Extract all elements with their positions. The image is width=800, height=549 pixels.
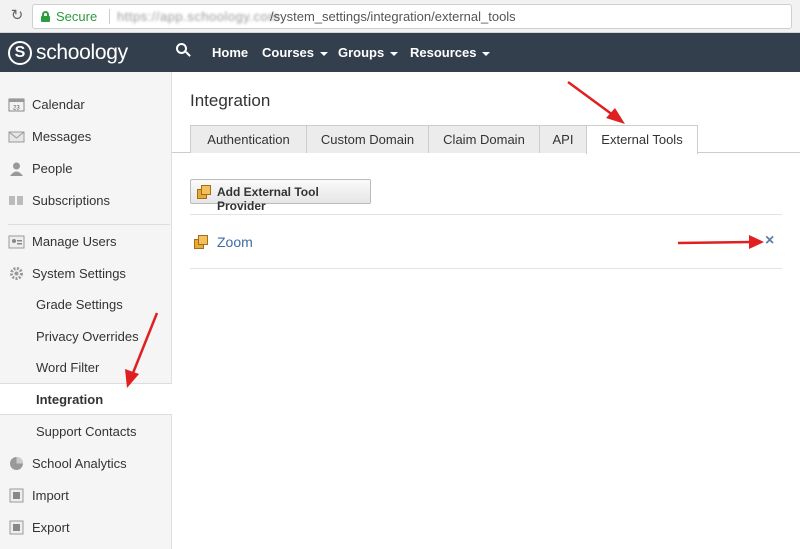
tool-name-link[interactable]: Zoom: [217, 234, 253, 250]
tab-authentication[interactable]: Authentication: [190, 125, 307, 153]
delete-icon[interactable]: ×: [765, 232, 774, 250]
users-icon: [8, 235, 25, 249]
sidebar-item-school-analytics[interactable]: School Analytics: [0, 448, 171, 480]
nav-groups[interactable]: Groups: [338, 45, 399, 60]
secure-label: Secure: [56, 9, 98, 24]
puzzle-icon: [194, 235, 208, 249]
url-separator: [109, 9, 110, 24]
logo-text: schoology: [36, 41, 128, 64]
sidebar: 23 Calendar Messages People Subscription…: [0, 72, 172, 549]
add-external-tool-provider-button[interactable]: Add External Tool Provider: [190, 179, 371, 213]
list-divider: [190, 214, 782, 215]
sidebar-item-export[interactable]: Export: [0, 512, 171, 544]
url-path: /system_settings/integration/external_to…: [270, 9, 516, 24]
sidebar-item-grade-settings[interactable]: Grade Settings: [0, 289, 171, 321]
gear-icon: [10, 267, 23, 280]
sidebar-item-integration[interactable]: Integration: [0, 383, 172, 415]
chevron-down-icon: [482, 51, 491, 56]
quote-icon: [9, 196, 23, 205]
address-bar[interactable]: Secure https://app.schoology.com /system…: [32, 4, 792, 29]
sidebar-item-subscriptions[interactable]: Subscriptions: [0, 185, 171, 217]
svg-text:23: 23: [13, 106, 20, 112]
envelope-icon: [8, 131, 25, 143]
sidebar-item-calendar[interactable]: 23 Calendar: [0, 89, 171, 121]
url-host: https://app.schoology.com: [117, 9, 280, 24]
sidebar-item-privacy-overrides[interactable]: Privacy Overrides: [0, 321, 171, 353]
nav-resources[interactable]: Resources: [410, 45, 491, 60]
export-icon: [9, 520, 24, 535]
sidebar-divider: [8, 224, 170, 225]
chevron-down-icon: [320, 51, 329, 56]
lock-icon: [41, 11, 50, 22]
sidebar-item-import[interactable]: Import: [0, 480, 171, 512]
nav-home[interactable]: Home: [212, 45, 248, 60]
import-icon: [9, 488, 24, 503]
sidebar-item-support-contacts[interactable]: Support Contacts: [0, 416, 171, 448]
tab-claim-domain[interactable]: Claim Domain: [428, 125, 540, 153]
page-title: Integration: [190, 91, 271, 110]
analytics-icon: [10, 457, 23, 470]
main-content: Integration Authentication Custom Domain…: [172, 72, 800, 549]
browser-toolbar: ↻ Secure https://app.schoology.com /syst…: [0, 0, 800, 33]
tab-custom-domain[interactable]: Custom Domain: [306, 125, 429, 153]
sidebar-item-messages[interactable]: Messages: [0, 121, 171, 153]
tab-external-tools[interactable]: External Tools: [586, 125, 698, 154]
schoology-logo[interactable]: S schoology: [8, 39, 128, 67]
chevron-down-icon: [390, 51, 399, 56]
search-icon[interactable]: [176, 43, 192, 59]
sidebar-item-system-settings[interactable]: System Settings: [0, 258, 171, 290]
tab-api[interactable]: API: [539, 125, 587, 153]
reload-icon[interactable]: ↻: [8, 7, 26, 25]
sidebar-item-people[interactable]: People: [0, 153, 171, 185]
puzzle-icon: [197, 185, 211, 199]
calendar-icon: 23: [8, 98, 25, 112]
logo-s-icon: S: [8, 41, 32, 65]
person-icon: [10, 162, 23, 176]
list-divider: [190, 268, 782, 269]
top-navigation: S schoology Home Courses Groups Resource…: [0, 33, 800, 72]
sidebar-item-word-filter[interactable]: Word Filter: [0, 352, 171, 384]
sidebar-item-manage-users[interactable]: Manage Users: [0, 226, 171, 258]
nav-courses[interactable]: Courses: [262, 45, 329, 60]
